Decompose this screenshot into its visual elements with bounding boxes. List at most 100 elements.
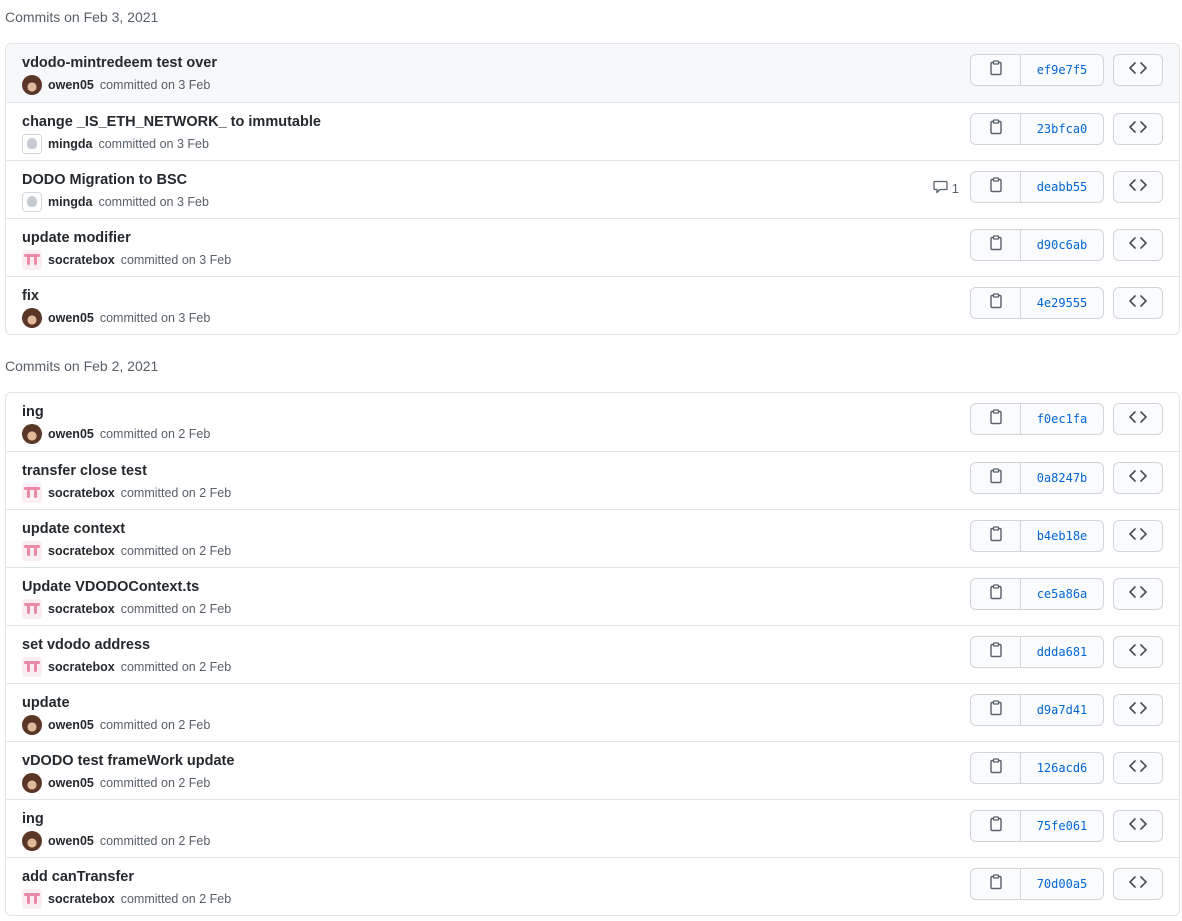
commit-sha-link[interactable]: d90c6ab bbox=[1021, 230, 1103, 260]
avatar[interactable] bbox=[22, 134, 42, 154]
author-link[interactable]: mingda bbox=[48, 195, 92, 209]
commit-message-link[interactable]: add canTransfer bbox=[22, 868, 134, 886]
author-link[interactable]: socratebox bbox=[48, 660, 115, 674]
code-icon bbox=[1129, 527, 1147, 545]
commit-meta: owen05 committed on 2 Feb bbox=[22, 424, 210, 444]
commit-date: committed on 2 Feb bbox=[99, 834, 211, 848]
sha-button-group: 75fe061 bbox=[970, 810, 1104, 842]
avatar[interactable] bbox=[22, 657, 42, 677]
author-link[interactable]: owen05 bbox=[48, 427, 94, 441]
browse-repo-button[interactable] bbox=[1113, 578, 1163, 610]
commit-sha-link[interactable]: 70d00a5 bbox=[1021, 869, 1103, 899]
copy-sha-button[interactable] bbox=[971, 579, 1021, 609]
browse-repo-button[interactable] bbox=[1113, 810, 1163, 842]
avatar[interactable] bbox=[22, 599, 42, 619]
commit-message-link[interactable]: fix bbox=[22, 287, 39, 305]
avatar[interactable] bbox=[22, 192, 42, 212]
browse-repo-button[interactable] bbox=[1113, 287, 1163, 319]
avatar[interactable] bbox=[22, 424, 42, 444]
commit-message-link[interactable]: update context bbox=[22, 520, 125, 538]
browse-repo-button[interactable] bbox=[1113, 403, 1163, 435]
browse-repo-button[interactable] bbox=[1113, 171, 1163, 203]
clipboard-icon bbox=[989, 234, 1003, 256]
browse-repo-button[interactable] bbox=[1113, 229, 1163, 261]
commit-message-link[interactable]: ing bbox=[22, 403, 44, 421]
commit-sha-link[interactable]: d9a7d41 bbox=[1021, 695, 1103, 725]
commit-sha-link[interactable]: 0a8247b bbox=[1021, 463, 1103, 493]
commit-sha-link[interactable]: ddda681 bbox=[1021, 637, 1103, 667]
commit-group-header: Commits on Feb 3, 2021 bbox=[5, 9, 159, 25]
avatar[interactable] bbox=[22, 308, 42, 328]
copy-sha-button[interactable] bbox=[971, 114, 1021, 144]
copy-sha-button[interactable] bbox=[971, 753, 1021, 783]
avatar[interactable] bbox=[22, 75, 42, 95]
browse-repo-button[interactable] bbox=[1113, 462, 1163, 494]
author-link[interactable]: socratebox bbox=[48, 544, 115, 558]
commit-message-link[interactable]: update bbox=[22, 694, 70, 712]
copy-sha-button[interactable] bbox=[971, 521, 1021, 551]
commit-message-link[interactable]: vDODO test frameWork update bbox=[22, 752, 234, 770]
browse-repo-button[interactable] bbox=[1113, 868, 1163, 900]
commit-sha-link[interactable]: 23bfca0 bbox=[1021, 114, 1103, 144]
commit-sha-link[interactable]: ef9e7f5 bbox=[1021, 55, 1103, 85]
author-link[interactable]: owen05 bbox=[48, 78, 94, 92]
comment-count: 1 bbox=[951, 181, 959, 196]
commit-message-link[interactable]: Update VDODOContext.ts bbox=[22, 578, 199, 596]
author-link[interactable]: socratebox bbox=[48, 253, 115, 267]
commit-sha-link[interactable]: 126acd6 bbox=[1021, 753, 1103, 783]
copy-sha-button[interactable] bbox=[971, 172, 1021, 202]
copy-sha-button[interactable] bbox=[971, 637, 1021, 667]
author-link[interactable]: socratebox bbox=[48, 892, 115, 906]
commit-sha-link[interactable]: 75fe061 bbox=[1021, 811, 1103, 841]
avatar[interactable] bbox=[22, 773, 42, 793]
copy-sha-button[interactable] bbox=[971, 230, 1021, 260]
commit-message-link[interactable]: vdodo-mintredeem test over bbox=[22, 54, 217, 72]
browse-repo-button[interactable] bbox=[1113, 752, 1163, 784]
copy-sha-button[interactable] bbox=[971, 695, 1021, 725]
commit-message-link[interactable]: transfer close test bbox=[22, 462, 147, 480]
author-link[interactable]: socratebox bbox=[48, 602, 115, 616]
sha-button-group: 4e29555 bbox=[970, 287, 1104, 319]
avatar[interactable] bbox=[22, 889, 42, 909]
commit-sha-link[interactable]: f0ec1fa bbox=[1021, 404, 1103, 434]
browse-repo-button[interactable] bbox=[1113, 54, 1163, 86]
browse-repo-button[interactable] bbox=[1113, 520, 1163, 552]
commit-date: committed on 3 Feb bbox=[99, 311, 211, 325]
commit-message-link[interactable]: update modifier bbox=[22, 229, 131, 247]
author-link[interactable]: socratebox bbox=[48, 486, 115, 500]
avatar[interactable] bbox=[22, 250, 42, 270]
commit-message-link[interactable]: DODO Migration to BSC bbox=[22, 171, 187, 189]
commit-message-link[interactable]: ing bbox=[22, 810, 44, 828]
commit-row: update context socratebox committed on 2 F… bbox=[6, 509, 1179, 567]
clipboard-icon bbox=[989, 292, 1003, 314]
comments-link[interactable]: 1 bbox=[933, 180, 959, 197]
clipboard-icon bbox=[989, 583, 1003, 605]
copy-sha-button[interactable] bbox=[971, 869, 1021, 899]
commit-sha-link[interactable]: b4eb18e bbox=[1021, 521, 1103, 551]
copy-sha-button[interactable] bbox=[971, 55, 1021, 85]
avatar[interactable] bbox=[22, 715, 42, 735]
commit-group-header: Commits on Feb 2, 2021 bbox=[5, 358, 159, 374]
copy-sha-button[interactable] bbox=[971, 404, 1021, 434]
commit-sha-link[interactable]: 4e29555 bbox=[1021, 288, 1103, 318]
author-link[interactable]: owen05 bbox=[48, 776, 94, 790]
commit-message-link[interactable]: change _IS_ETH_NETWORK_ to immutable bbox=[22, 113, 321, 131]
copy-sha-button[interactable] bbox=[971, 463, 1021, 493]
commit-sha-link[interactable]: ce5a86a bbox=[1021, 579, 1103, 609]
author-link[interactable]: owen05 bbox=[48, 311, 94, 325]
commit-meta: owen05 committed on 2 Feb bbox=[22, 831, 210, 851]
author-link[interactable]: owen05 bbox=[48, 718, 94, 732]
commit-meta: owen05 committed on 2 Feb bbox=[22, 715, 210, 735]
author-link[interactable]: owen05 bbox=[48, 834, 94, 848]
avatar[interactable] bbox=[22, 541, 42, 561]
browse-repo-button[interactable] bbox=[1113, 113, 1163, 145]
author-link[interactable]: mingda bbox=[48, 137, 92, 151]
avatar[interactable] bbox=[22, 483, 42, 503]
copy-sha-button[interactable] bbox=[971, 811, 1021, 841]
browse-repo-button[interactable] bbox=[1113, 694, 1163, 726]
avatar[interactable] bbox=[22, 831, 42, 851]
copy-sha-button[interactable] bbox=[971, 288, 1021, 318]
browse-repo-button[interactable] bbox=[1113, 636, 1163, 668]
commit-message-link[interactable]: set vdodo address bbox=[22, 636, 150, 654]
commit-sha-link[interactable]: deabb55 bbox=[1021, 172, 1103, 202]
